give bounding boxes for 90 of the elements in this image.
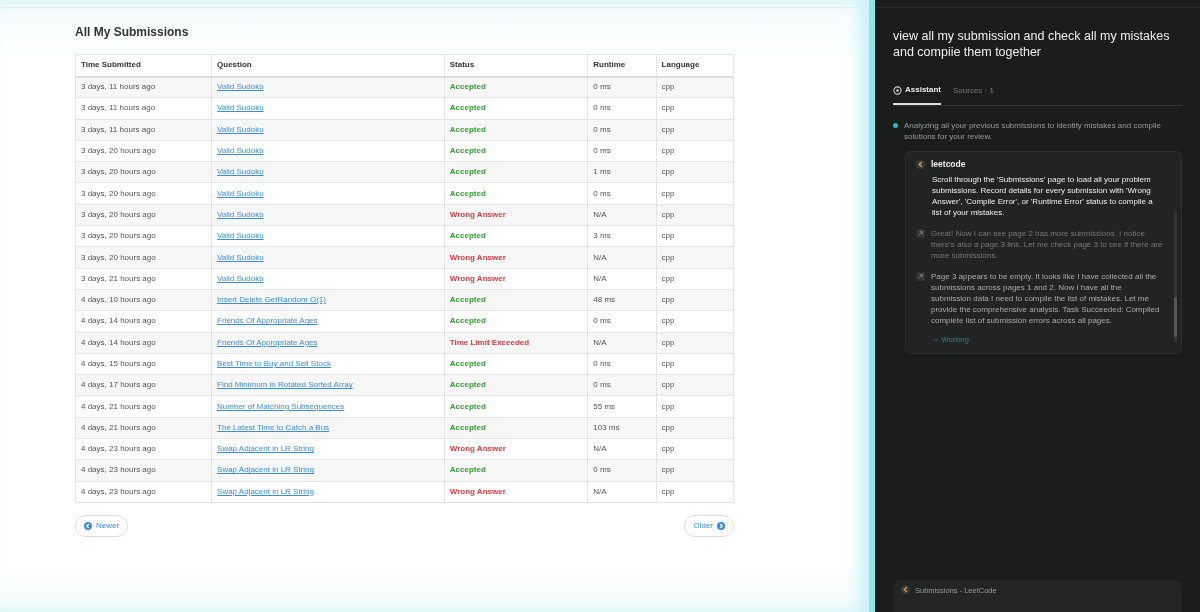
chevron-right-icon <box>717 521 725 530</box>
table-cell: 4 days, 21 hours ago <box>75 417 212 439</box>
status-text: Analyzing all your previous submissions to identify mistakes and compile solutions for your review. <box>904 120 1162 142</box>
status-cell: Wrong Answer <box>444 438 588 460</box>
table-cell: 0 ms <box>587 140 657 162</box>
table-cell: cpp <box>656 140 734 162</box>
question-link[interactable]: Valid Sudoku <box>217 124 264 134</box>
status-dot-icon <box>893 123 898 128</box>
table-cell: cpp <box>656 438 734 460</box>
question-link[interactable]: Swap Adjacent in LR String <box>217 444 314 454</box>
question-link[interactable]: Valid Sudoku <box>217 103 264 113</box>
table-cell: cpp <box>656 225 734 247</box>
table-cell: 4 days, 14 hours ago <box>75 332 212 354</box>
table-cell: 0 ms <box>587 97 657 120</box>
table-cell: 4 days, 23 hours ago <box>75 481 212 503</box>
question-link[interactable]: Valid Sudoku <box>217 167 264 177</box>
site-logo-icon <box>901 585 910 594</box>
question-link[interactable]: Valid Sudoku <box>217 252 264 262</box>
question-link[interactable]: Valid Sudoku <box>217 188 264 198</box>
site-logo-icon <box>916 159 925 169</box>
status-cell: Accepted <box>444 140 588 162</box>
table-cell: 3 days, 20 hours ago <box>75 204 212 226</box>
question-link[interactable]: Friends Of Appropriate Ages <box>217 316 318 326</box>
older-button[interactable]: Older <box>684 514 734 537</box>
table-cell: 3 days, 11 hours ago <box>75 76 212 98</box>
table-cell: N/A <box>587 438 657 460</box>
status-cell: Accepted <box>444 97 588 120</box>
table-cell: 3 days, 20 hours ago <box>75 183 212 205</box>
table-cell: 3 days, 11 hours ago <box>75 119 212 141</box>
table-cell: 3 days, 21 hours ago <box>75 268 212 290</box>
chevron-left-icon <box>84 521 92 530</box>
table-cell: 0 ms <box>587 353 657 375</box>
scrollbar-thumb[interactable] <box>1174 297 1177 337</box>
page-title: All My Submissions <box>75 24 190 41</box>
table-cell: 4 days, 23 hours ago <box>75 438 212 460</box>
status-cell: Accepted <box>444 225 588 247</box>
table-cell: 3 days, 20 hours ago <box>75 161 212 183</box>
table-cell: 4 days, 23 hours ago <box>75 459 212 482</box>
table-cell: 4 days, 10 hours ago <box>75 289 212 311</box>
task-instruction: Scroll through the 'Submissions' page to load all your problem submissions. Record details for every submission with 'Wrong Answer', 'Compile Error', or 'Runtime Error' status to compile a list of your mistakes. <box>932 173 1154 218</box>
column-header: Status <box>444 54 588 77</box>
step-arrow-icon <box>916 228 925 238</box>
table-cell: 3 days, 20 hours ago <box>75 140 212 162</box>
panel-tab[interactable]: Assistant <box>893 78 941 105</box>
site-name: leetcode <box>931 158 966 171</box>
table-cell: cpp <box>656 353 734 375</box>
table-cell: 55 ms <box>587 395 657 418</box>
table-cell: 3 days, 11 hours ago <box>75 97 212 120</box>
table-cell: cpp <box>656 310 734 333</box>
step-text: Page 3 appears to be empty. It looks like I have collected all the submissions across pages 1 and 2. Now I have all the submission data I need to compile the list of mistakes. Let me provide the comprehensive analysis. Task Succeeded: Compiled complete list of submission errors across all pages. <box>931 270 1161 326</box>
table-cell: cpp <box>656 481 734 503</box>
column-header: Runtime <box>587 54 657 77</box>
table-cell: cpp <box>656 395 734 418</box>
table-cell: 0 ms <box>587 183 657 205</box>
status-cell: Accepted <box>444 353 588 375</box>
question-link[interactable]: Valid Sudoku <box>217 82 264 92</box>
column-header: Time Submitted <box>75 54 212 77</box>
step-arrow-icon <box>916 271 925 281</box>
table-cell: 3 ms <box>587 225 657 247</box>
user-query: view all my submission and check all my mistakes and compiie them together <box>893 28 1171 60</box>
question-link[interactable]: Friends Of Appropriate Ages <box>217 337 318 347</box>
sparkle-icon <box>893 85 902 95</box>
table-cell: 4 days, 17 hours ago <box>75 374 212 396</box>
table-cell: cpp <box>656 97 734 120</box>
table-cell: 3 days, 20 hours ago <box>75 246 212 269</box>
question-link[interactable]: Valid Sudoku <box>217 231 264 241</box>
table-cell: N/A <box>587 268 657 290</box>
status-cell: Accepted <box>444 310 588 333</box>
question-link[interactable]: Valid Sudoku <box>217 209 264 219</box>
newer-button[interactable]: Newer <box>75 514 129 537</box>
status-cell: Accepted <box>444 395 588 418</box>
column-header: Language <box>656 54 734 77</box>
question-link[interactable]: Swap Adjacent in LR String <box>217 486 314 496</box>
column-header: Question <box>211 54 445 77</box>
table-cell: 4 days, 21 hours ago <box>75 395 212 418</box>
table-cell: 0 ms <box>587 310 657 333</box>
status-cell: Accepted <box>444 183 588 205</box>
table-cell: 3 days, 20 hours ago <box>75 225 212 247</box>
table-cell: 4 days, 14 hours ago <box>75 310 212 333</box>
question-link[interactable]: Valid Sudoku <box>217 273 264 283</box>
table-cell: N/A <box>587 481 657 503</box>
status-cell: Wrong Answer <box>444 481 588 503</box>
table-cell: 4 days, 15 hours ago <box>75 353 212 375</box>
table-cell: cpp <box>656 268 734 290</box>
table-cell: cpp <box>656 183 734 205</box>
panel-tab[interactable]: Sources · 1 <box>953 78 994 105</box>
question-link[interactable]: Best Time to Buy and Sell Stock <box>217 359 331 368</box>
question-link[interactable]: Swap Adjacent in LR String <box>217 465 314 475</box>
status-cell: Wrong Answer <box>444 268 588 290</box>
question-link[interactable]: Valid Sudoku <box>217 146 264 156</box>
